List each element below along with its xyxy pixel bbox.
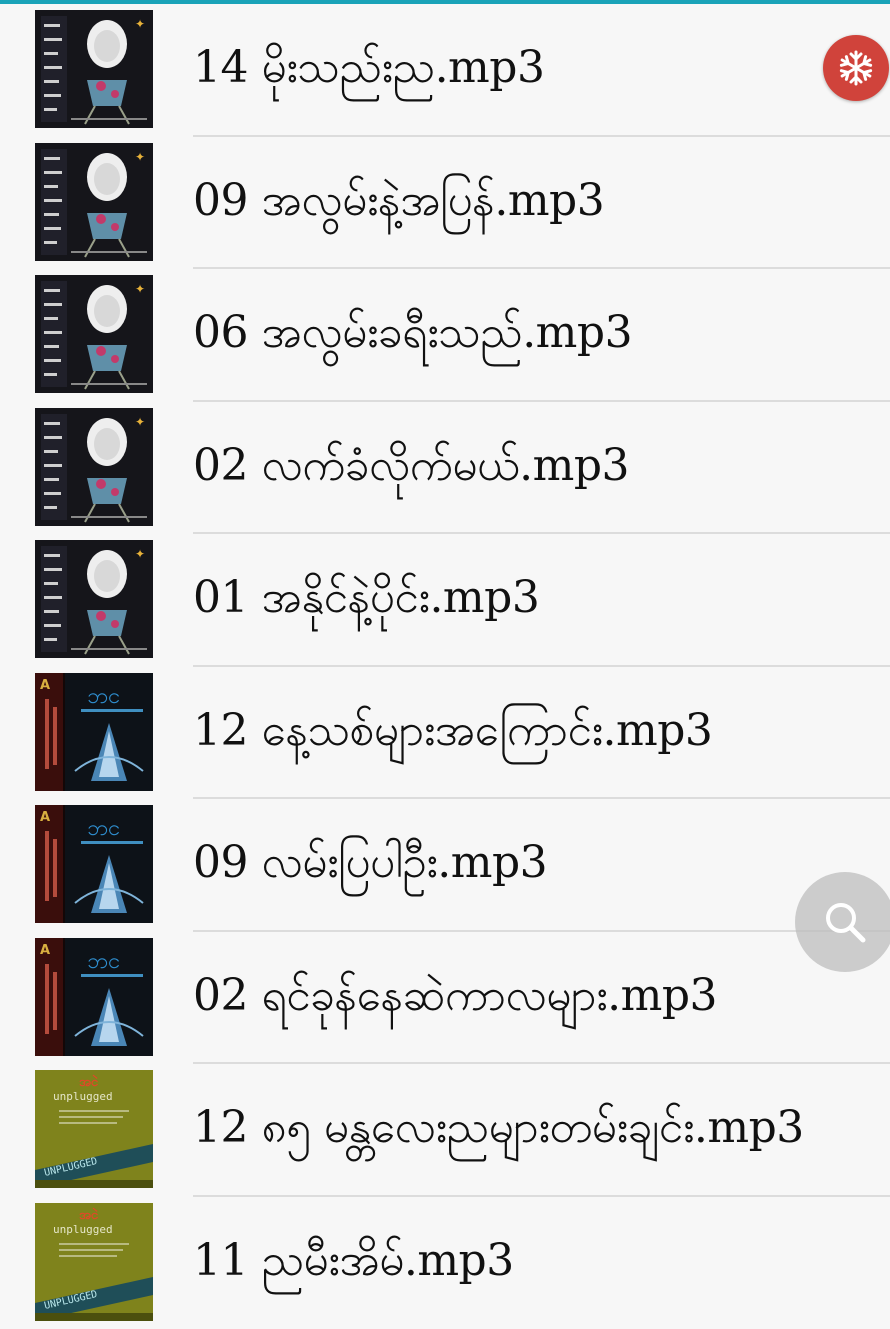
- snowflake-icon: [836, 48, 876, 88]
- snowflake-button[interactable]: [823, 35, 889, 101]
- search-button[interactable]: [795, 872, 890, 972]
- svg-text:✦: ✦: [135, 150, 145, 164]
- svg-text:အငဲ: အငဲ: [79, 1207, 99, 1222]
- song-row[interactable]: အငဲunpluggedUNPLUGGED 11 ညမီးအိမ်.mp3: [0, 1197, 890, 1329]
- song-row[interactable]: ✦ 02 လက်ခံလိုက်မယ်.mp3: [0, 402, 890, 535]
- song-title: 09 လမ်းပြပါဦး.mp3: [193, 799, 547, 927]
- svg-text:✦: ✦: [135, 547, 145, 561]
- svg-text:✦: ✦: [135, 282, 145, 296]
- song-title: 11 ညမီးအိမ်.mp3: [193, 1197, 514, 1325]
- svg-text:✦: ✦: [135, 415, 145, 429]
- search-icon: [822, 899, 868, 945]
- album-art: A ဘင: [35, 938, 153, 1056]
- song-row[interactable]: အငဲunpluggedUNPLUGGED 12 ၈၅ မန္တလေးညများ…: [0, 1064, 890, 1197]
- svg-text:ဘင: ဘင: [87, 816, 120, 841]
- album-art: ✦: [35, 540, 153, 658]
- svg-text:အငဲ: အငဲ: [79, 1075, 99, 1090]
- song-title: 01 အနိုင်နဲ့ပိုင်း.mp3: [193, 534, 539, 662]
- song-list: ✦ 14 မိုးသည်းည.mp3 ✦ 09 အလွမ်းနဲ့အပြန်.m…: [0, 4, 890, 1329]
- svg-text:✦: ✦: [135, 17, 145, 31]
- song-row[interactable]: A ဘင 02 ရင်ခုန်နေဆဲကာလများ.mp3: [0, 932, 890, 1065]
- album-art: အငဲunpluggedUNPLUGGED: [35, 1203, 153, 1321]
- song-title: 06 အလွမ်းခရီးသည်.mp3: [193, 269, 632, 397]
- song-title: 02 ရင်ခုန်နေဆဲကာလများ.mp3: [193, 932, 717, 1060]
- song-row[interactable]: A ဘင 12 နေ့သစ်များအကြောင်း.mp3: [0, 667, 890, 800]
- album-art: အငဲunpluggedUNPLUGGED: [35, 1070, 153, 1188]
- song-title: 02 လက်ခံလိုက်မယ်.mp3: [193, 402, 629, 530]
- svg-text:unplugged: unplugged: [53, 1223, 113, 1236]
- album-art: ✦: [35, 143, 153, 261]
- svg-text:ဘင: ဘင: [87, 949, 120, 974]
- song-title: 12 နေ့သစ်များအကြောင်း.mp3: [193, 667, 712, 795]
- song-title: 14 မိုးသည်းည.mp3: [193, 4, 544, 132]
- album-art: A ဘင: [35, 805, 153, 923]
- song-title: 09 အလွမ်းနဲ့အပြန်.mp3: [193, 137, 604, 265]
- song-row[interactable]: ✦ 06 အလွမ်းခရီးသည်.mp3: [0, 269, 890, 402]
- album-art: ✦: [35, 10, 153, 128]
- song-row[interactable]: ✦ 01 အနိုင်နဲ့ပိုင်း.mp3: [0, 534, 890, 667]
- svg-text:A: A: [40, 943, 50, 958]
- svg-text:A: A: [40, 678, 50, 693]
- song-row[interactable]: A ဘင 09 လမ်းပြပါဦး.mp3: [0, 799, 890, 932]
- svg-text:unplugged: unplugged: [53, 1090, 113, 1103]
- song-title: 12 ၈၅ မန္တလေးညများတမ်းချင်း.mp3: [193, 1064, 804, 1192]
- svg-text:ဘင: ဘင: [87, 684, 120, 709]
- album-art: ✦: [35, 275, 153, 393]
- album-art: A ဘင: [35, 673, 153, 791]
- svg-text:A: A: [40, 810, 50, 825]
- song-row[interactable]: ✦ 09 အလွမ်းနဲ့အပြန်.mp3: [0, 137, 890, 270]
- album-art: ✦: [35, 408, 153, 526]
- song-row[interactable]: ✦ 14 မိုးသည်းည.mp3: [0, 4, 890, 137]
